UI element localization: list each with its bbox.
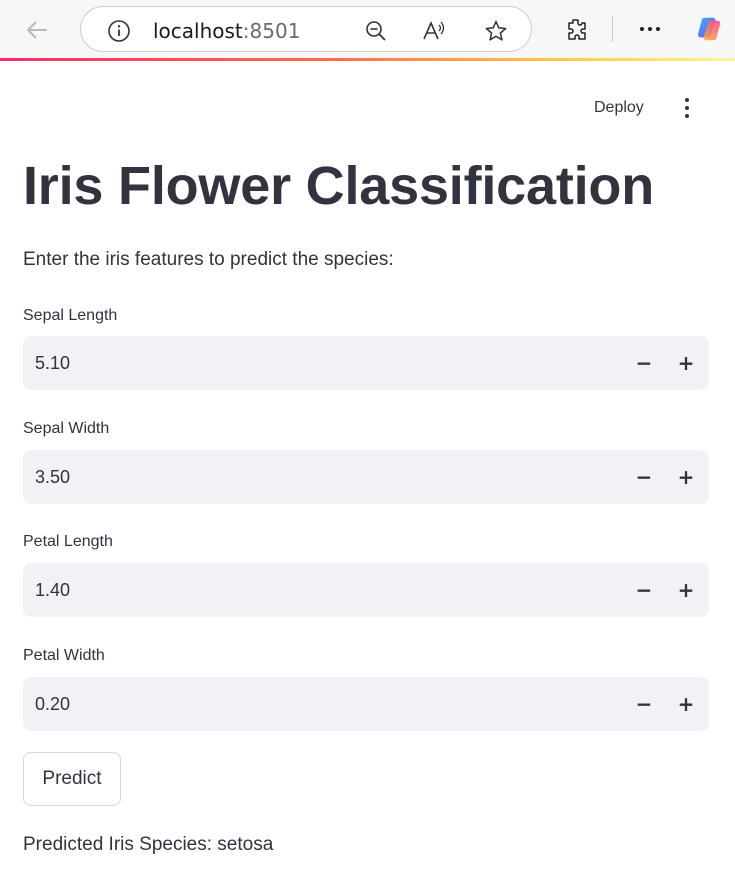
main-menu-icon[interactable] <box>675 95 699 121</box>
petal-width-decrement-button[interactable]: − <box>626 686 662 722</box>
sepal-width-field[interactable] <box>23 450 613 504</box>
info-icon[interactable] <box>107 19 131 43</box>
sepal-width-decrement-button[interactable]: − <box>626 459 662 495</box>
predict-button[interactable]: Predict <box>23 752 121 806</box>
petal-length-label: Petal Length <box>23 533 113 550</box>
more-options-icon[interactable] <box>636 15 664 43</box>
extensions-icon[interactable] <box>562 15 590 43</box>
page-title: Iris Flower Classification <box>23 156 654 216</box>
address-bar[interactable]: localhost:8501 <box>80 6 532 52</box>
browser-toolbar: localhost:8501 <box>0 0 735 58</box>
favorite-star-icon[interactable] <box>483 18 509 44</box>
copilot-icon[interactable] <box>696 15 724 43</box>
sepal-width-label: Sepal Width <box>23 420 110 437</box>
petal-width-increment-button[interactable]: + <box>668 686 704 722</box>
read-aloud-icon[interactable] <box>421 18 447 44</box>
sepal-length-label: Sepal Length <box>23 307 118 324</box>
sepal-width-input: − + <box>23 450 709 504</box>
page-subtitle: Enter the iris features to predict the s… <box>23 249 394 270</box>
url-text[interactable]: localhost:8501 <box>153 19 300 43</box>
petal-length-field[interactable] <box>23 563 613 617</box>
petal-width-input: − + <box>23 677 709 731</box>
back-arrow-icon[interactable] <box>22 15 52 45</box>
petal-length-increment-button[interactable]: + <box>668 572 704 608</box>
petal-width-field[interactable] <box>23 677 613 731</box>
sepal-width-increment-button[interactable]: + <box>668 459 704 495</box>
zoom-out-icon[interactable] <box>363 18 389 44</box>
sepal-length-input: − + <box>23 336 709 390</box>
petal-width-label: Petal Width <box>23 647 105 664</box>
url-port: :8501 <box>242 19 301 43</box>
petal-length-input: − + <box>23 563 709 617</box>
petal-length-decrement-button[interactable]: − <box>626 572 662 608</box>
sepal-length-decrement-button[interactable]: − <box>626 345 662 381</box>
app-header-decoration <box>0 58 735 61</box>
sepal-length-field[interactable] <box>23 336 613 390</box>
toolbar-separator <box>612 16 613 42</box>
sepal-length-increment-button[interactable]: + <box>668 345 704 381</box>
prediction-result: Predicted Iris Species: setosa <box>23 834 274 855</box>
url-host: localhost <box>153 19 243 43</box>
deploy-button[interactable]: Deploy <box>582 94 656 122</box>
